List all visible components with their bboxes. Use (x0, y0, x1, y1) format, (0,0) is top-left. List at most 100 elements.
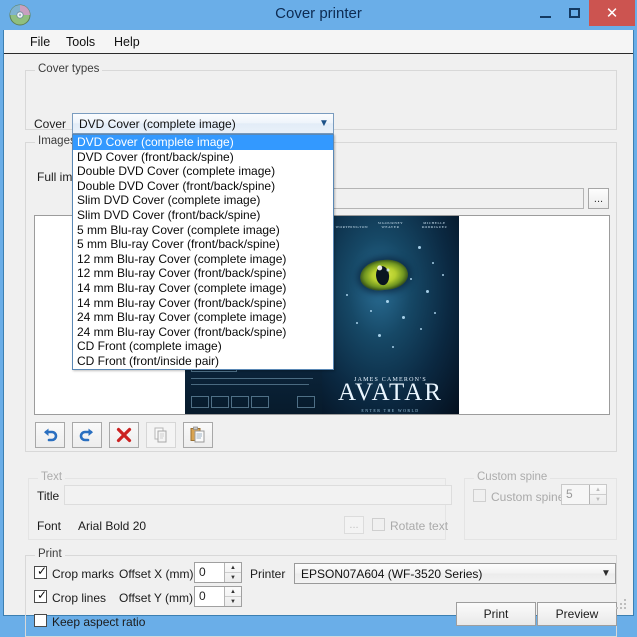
close-button[interactable]: ✕ (589, 0, 635, 26)
title-input[interactable] (64, 485, 452, 505)
redo-button[interactable] (72, 422, 102, 448)
dropdown-option[interactable]: 14 mm Blu-ray Cover (complete image) (73, 281, 333, 296)
back-art-box (251, 396, 269, 408)
font-picker-button[interactable]: ... (344, 516, 364, 534)
dropdown-option[interactable]: 5 mm Blu-ray Cover (front/back/spine) (73, 237, 333, 252)
spinner-buttons[interactable]: ▲ ▼ (224, 587, 241, 606)
print-button[interactable]: Print (456, 602, 536, 626)
spinner-up-icon[interactable]: ▲ (225, 587, 241, 597)
preview-button[interactable]: Preview (537, 602, 617, 626)
menu-tools[interactable]: Tools (60, 34, 101, 50)
star-speck (378, 334, 381, 337)
dropdown-option[interactable]: 14 mm Blu-ray Cover (front/back/spine) (73, 296, 333, 311)
check-icon: ✓ (37, 589, 47, 602)
dropdown-option[interactable]: 12 mm Blu-ray Cover (complete image) (73, 252, 333, 267)
menu-help[interactable]: Help (108, 34, 146, 50)
cast-name: MICHELLE RODRIGUEZ (413, 221, 457, 229)
rotate-text-label: Rotate text (390, 519, 448, 533)
spinner-up-icon[interactable]: ▲ (225, 563, 241, 573)
spinner-buttons[interactable]: ▲ ▼ (224, 563, 241, 582)
text-group-label: Text (38, 471, 65, 483)
menu-bar: File Tools Help (4, 30, 633, 54)
offset-y-spinner[interactable]: 0 ▲ ▼ (194, 586, 242, 607)
back-art-line (191, 384, 309, 385)
dropdown-option[interactable]: Double DVD Cover (complete image) (73, 164, 333, 179)
star-speck (356, 322, 358, 324)
cover-cast: SAM WORTHINGTONSIGOURNEY WEAVERMICHELLE … (322, 221, 459, 229)
browse-button[interactable]: ... (588, 188, 609, 209)
star-speck (386, 300, 389, 303)
back-art-box (191, 396, 209, 408)
back-art-box (231, 396, 249, 408)
star-speck (346, 294, 348, 296)
maximize-button[interactable] (560, 0, 589, 26)
dropdown-option[interactable]: DVD Cover (complete image) (73, 135, 333, 150)
dropdown-option[interactable]: CD Rear inlay (73, 369, 333, 371)
star-speck (410, 278, 412, 280)
star-speck (434, 312, 436, 314)
spinner-buttons[interactable]: ▲ ▼ (589, 485, 606, 504)
copy-button[interactable] (146, 422, 176, 448)
dropdown-option[interactable]: CD Front (front/inside pair) (73, 354, 333, 369)
dropdown-option[interactable]: 24 mm Blu-ray Cover (front/back/spine) (73, 325, 333, 340)
dropdown-option[interactable]: 24 mm Blu-ray Cover (complete image) (73, 310, 333, 325)
crop-lines-checkbox[interactable]: ✓ (34, 590, 47, 603)
printer-value: EPSON07A604 (WF-3520 Series) (295, 567, 597, 581)
star-speck (402, 316, 405, 319)
cover-title: AVATAR (322, 380, 459, 405)
dropdown-option[interactable]: 5 mm Blu-ray Cover (complete image) (73, 223, 333, 238)
cover-type-value: DVD Cover (complete image) (73, 117, 315, 131)
crop-lines-label: Crop lines (52, 591, 106, 605)
minimize-icon (540, 16, 551, 18)
keep-aspect-ratio-checkbox[interactable] (34, 614, 47, 627)
delete-button[interactable] (109, 422, 139, 448)
rotate-text-checkbox[interactable] (372, 518, 385, 531)
cast-name: SIGOURNEY WEAVER (369, 221, 413, 229)
crop-marks-checkbox[interactable]: ✓ (34, 566, 47, 579)
custom-spine-group-label: Custom spine (474, 471, 550, 483)
printer-label: Printer (250, 567, 285, 581)
spinner-down-icon[interactable]: ▼ (590, 495, 606, 504)
printer-select[interactable]: EPSON07A604 (WF-3520 Series) ▼ (294, 563, 616, 584)
title-bar: Cover printer ✕ (0, 0, 637, 30)
star-speck (418, 246, 421, 249)
custom-spine-checkbox[interactable] (473, 489, 486, 502)
spinner-up-icon[interactable]: ▲ (590, 485, 606, 495)
star-speck (426, 290, 429, 293)
star-speck (432, 262, 434, 264)
cover-label: Cover (34, 117, 66, 131)
menu-file[interactable]: File (24, 34, 56, 50)
eye-graphic (359, 258, 410, 293)
cover-type-dropdown-list[interactable]: DVD Cover (complete image)DVD Cover (fro… (72, 134, 334, 370)
chevron-down-icon: ▼ (315, 118, 333, 129)
minimize-button[interactable] (531, 0, 560, 26)
cover-types-group-label: Cover types (35, 63, 102, 75)
dropdown-option[interactable]: Double DVD Cover (front/back/spine) (73, 179, 333, 194)
paste-button[interactable] (183, 422, 213, 448)
offset-y-value: 0 (195, 587, 224, 606)
dropdown-option[interactable]: Slim DVD Cover (front/back/spine) (73, 208, 333, 223)
title-label: Title (37, 489, 59, 503)
offset-x-spinner[interactable]: 0 ▲ ▼ (194, 562, 242, 583)
dropdown-option[interactable]: 12 mm Blu-ray Cover (front/back/spine) (73, 266, 333, 281)
back-art-line (191, 378, 313, 379)
app-window: Cover printer ✕ File Tools Help Cover ty… (0, 0, 637, 622)
cover-front-art: SAM WORTHINGTONSIGOURNEY WEAVERMICHELLE … (322, 216, 459, 415)
offset-x-label: Offset X (mm) (119, 567, 193, 581)
custom-spine-spinner[interactable]: 5 ▲ ▼ (561, 484, 607, 505)
resize-grip[interactable] (616, 599, 628, 611)
chevron-down-icon: ▼ (597, 568, 615, 579)
spinner-down-icon[interactable]: ▼ (225, 573, 241, 582)
back-art-box (211, 396, 229, 408)
crop-marks-label: Crop marks (52, 567, 114, 581)
redo-icon (78, 426, 96, 444)
dropdown-option[interactable]: Slim DVD Cover (complete image) (73, 193, 333, 208)
undo-icon (41, 426, 59, 444)
spinner-down-icon[interactable]: ▼ (225, 597, 241, 606)
eye-highlight (386, 268, 389, 271)
undo-button[interactable] (35, 422, 65, 448)
dropdown-option[interactable]: CD Front (complete image) (73, 339, 333, 354)
cover-type-select[interactable]: DVD Cover (complete image) ▼ (72, 113, 334, 134)
dropdown-option[interactable]: DVD Cover (front/back/spine) (73, 150, 333, 165)
copy-icon (152, 426, 170, 444)
